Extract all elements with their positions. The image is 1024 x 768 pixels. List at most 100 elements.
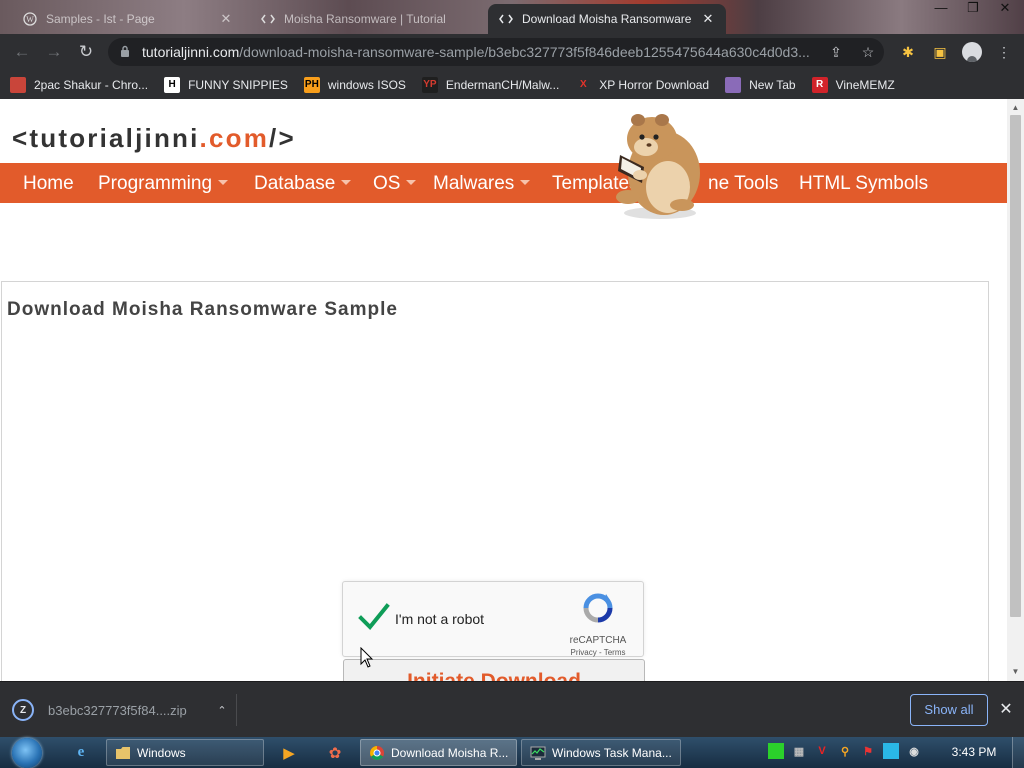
windows-taskbar: e Windows ▶ ✿ Download Moisha R... Windo… (0, 737, 1024, 768)
tab-strip: W Samples - Ist - Page ✕ Moisha Ransomwa… (0, 0, 1024, 34)
tab-samples[interactable]: W Samples - Ist - Page ✕ (12, 4, 244, 34)
show-all-button[interactable]: Show all (910, 694, 988, 726)
ph-icon: PH (303, 76, 320, 93)
nav-online-tools[interactable]: ne Tools (708, 163, 778, 203)
reload-button[interactable]: ↻ (70, 38, 102, 66)
extensions-icon[interactable]: ✱ (894, 38, 922, 66)
tray-display-icon[interactable] (883, 743, 899, 759)
url-path: /download-moisha-ransomware-sample/b3ebc… (239, 44, 810, 60)
r-icon: R (811, 76, 828, 93)
recaptcha-brand: reCAPTCHA Privacy - Terms (563, 592, 633, 657)
paint-icon[interactable]: ✿ (316, 740, 354, 765)
tab-close-icon[interactable]: ✕ (700, 11, 716, 27)
taskbar-app-label: Windows (137, 745, 186, 760)
address-bar[interactable]: tutorialjinni.com/download-moisha-ransom… (108, 38, 884, 66)
hamster-mascot-icon[interactable] (606, 109, 710, 223)
taskbar-app-windows[interactable]: Windows (106, 739, 264, 766)
taskbar-app-label: Windows Task Mana... (552, 745, 672, 760)
url-host: tutorialjinni.com (142, 44, 240, 60)
logo-name: tutorialjinni (29, 123, 200, 153)
start-button[interactable] (6, 737, 48, 768)
caret-down-icon (341, 180, 352, 185)
side-panel-icon[interactable]: ▣ (926, 38, 954, 66)
nav-home[interactable]: Home (23, 163, 74, 203)
scroll-up-icon[interactable]: ▲ (1007, 101, 1024, 115)
nav-label: Home (23, 173, 74, 194)
chevron-up-icon[interactable]: ⌃ (208, 704, 236, 717)
ie-icon[interactable]: e (62, 740, 100, 765)
bookmark-star-icon[interactable]: ☆ (852, 44, 884, 61)
nav-database[interactable]: Database (254, 163, 352, 203)
tab-download-moisha[interactable]: Download Moisha Ransomware ✕ (488, 4, 726, 34)
download-item[interactable]: Z b3ebc327773f5f84....zip ⌃ (12, 694, 237, 726)
bookmark-label: VineMEMZ (835, 77, 895, 92)
code-icon (498, 11, 514, 27)
nav-label: OS (373, 173, 401, 194)
task-manager-icon (530, 745, 546, 761)
bookmark-windows-isos[interactable]: PH windows ISOS (303, 76, 406, 93)
nav-html-symbols[interactable]: HTML Symbols (799, 163, 928, 203)
tab-title: Samples - Ist - Page (46, 12, 155, 26)
tab-moisha-tutorial[interactable]: Moisha Ransomware | Tutorial (250, 4, 482, 34)
minimize-icon[interactable]: — (930, 0, 952, 16)
bookmark-label: FUNNY SNIPPIES (188, 77, 288, 92)
page-viewport: <tutorialjinni.com/> Home Programming Da… (0, 99, 1024, 681)
tray-search-icon[interactable]: ⚲ (837, 743, 853, 759)
tray-v-icon[interactable]: V (814, 743, 830, 759)
tab-title: Moisha Ransomware | Tutorial (284, 12, 446, 26)
logo-suffix: /> (269, 123, 296, 153)
download-file-name: b3ebc327773f5f84....zip (48, 702, 187, 718)
bookmarks-bar: 2pac Shakur - Chro... H FUNNY SNIPPIES PH… (0, 70, 1024, 99)
checkmark-icon[interactable] (357, 600, 391, 634)
svg-text:W: W (26, 15, 34, 24)
wordpress-icon: W (22, 11, 38, 27)
tray-volume-icon[interactable]: ◉ (906, 743, 922, 759)
recaptcha-widget[interactable]: I'm not a robot reCAPTCHA Privacy - Term… (342, 581, 644, 657)
show-desktop-button[interactable] (1012, 737, 1024, 768)
restore-icon[interactable]: ❐ (962, 0, 984, 16)
tray-green-icon[interactable] (768, 743, 784, 759)
forward-button[interactable]: → (38, 38, 70, 66)
page-scrollbar[interactable]: ▲ ▼ (1007, 99, 1024, 681)
nav-malwares[interactable]: Malwares (433, 163, 531, 203)
recaptcha-name: reCAPTCHA (569, 635, 627, 646)
site-nav: Home Programming Database OS Malwares Te… (0, 163, 1007, 203)
share-icon[interactable]: ⇪ (820, 44, 852, 61)
initiate-download-button[interactable]: Initiate Download (343, 659, 645, 681)
back-button[interactable]: ← (6, 38, 38, 66)
scroll-down-icon[interactable]: ▼ (1007, 665, 1024, 679)
taskbar-clock[interactable]: 3:43 PM (946, 737, 1002, 768)
taskbar-app-chrome[interactable]: Download Moisha R... (360, 739, 517, 766)
bookmark-label: windows ISOS (327, 77, 406, 92)
nav-os[interactable]: OS (373, 163, 417, 203)
tray-flag-icon[interactable]: ⚑ (860, 743, 876, 759)
taskbar-app-label: Download Moisha R... (391, 745, 509, 760)
bookmark-label: New Tab (749, 77, 796, 92)
bookmark-vinememz[interactable]: R VineMEMZ (811, 76, 895, 93)
logo-tld: .com (199, 123, 270, 153)
bookmark-endermanch[interactable]: YP EndermanCH/Malw... (421, 76, 559, 93)
url-text: tutorialjinni.com/download-moisha-ransom… (142, 44, 820, 60)
tab-close-icon[interactable]: ✕ (218, 11, 234, 27)
site-logo[interactable]: <tutorialjinni.com/> (12, 123, 296, 154)
nav-programming[interactable]: Programming (98, 163, 229, 203)
bookmark-new-tab[interactable]: New Tab (725, 76, 796, 93)
close-shelf-icon[interactable]: ✕ (996, 696, 1016, 724)
caret-down-icon (406, 180, 417, 185)
scrollbar-thumb[interactable] (1010, 115, 1021, 617)
bookmark-funny-snippies[interactable]: H FUNNY SNIPPIES (164, 76, 288, 93)
tray-network-icon[interactable]: ▦ (791, 743, 807, 759)
logo-prefix: < (12, 123, 30, 153)
taskbar-app-task-manager[interactable]: Windows Task Mana... (521, 739, 681, 766)
recaptcha-links[interactable]: Privacy - Terms (563, 648, 633, 657)
mouse-cursor-icon (360, 647, 374, 668)
menu-icon[interactable]: ⋮ (990, 38, 1018, 66)
media-player-icon[interactable]: ▶ (270, 740, 308, 765)
bookmark-xp-horror[interactable]: X XP Horror Download (575, 77, 709, 93)
caret-down-icon (520, 180, 531, 185)
nav-label: Programming (98, 173, 213, 194)
bookmark-2pac[interactable]: 2pac Shakur - Chro... (10, 76, 148, 93)
close-window-icon[interactable]: ✕ (994, 0, 1016, 16)
page-title: Download Moisha Ransomware Sample (7, 299, 398, 320)
profile-button[interactable] (958, 38, 986, 66)
